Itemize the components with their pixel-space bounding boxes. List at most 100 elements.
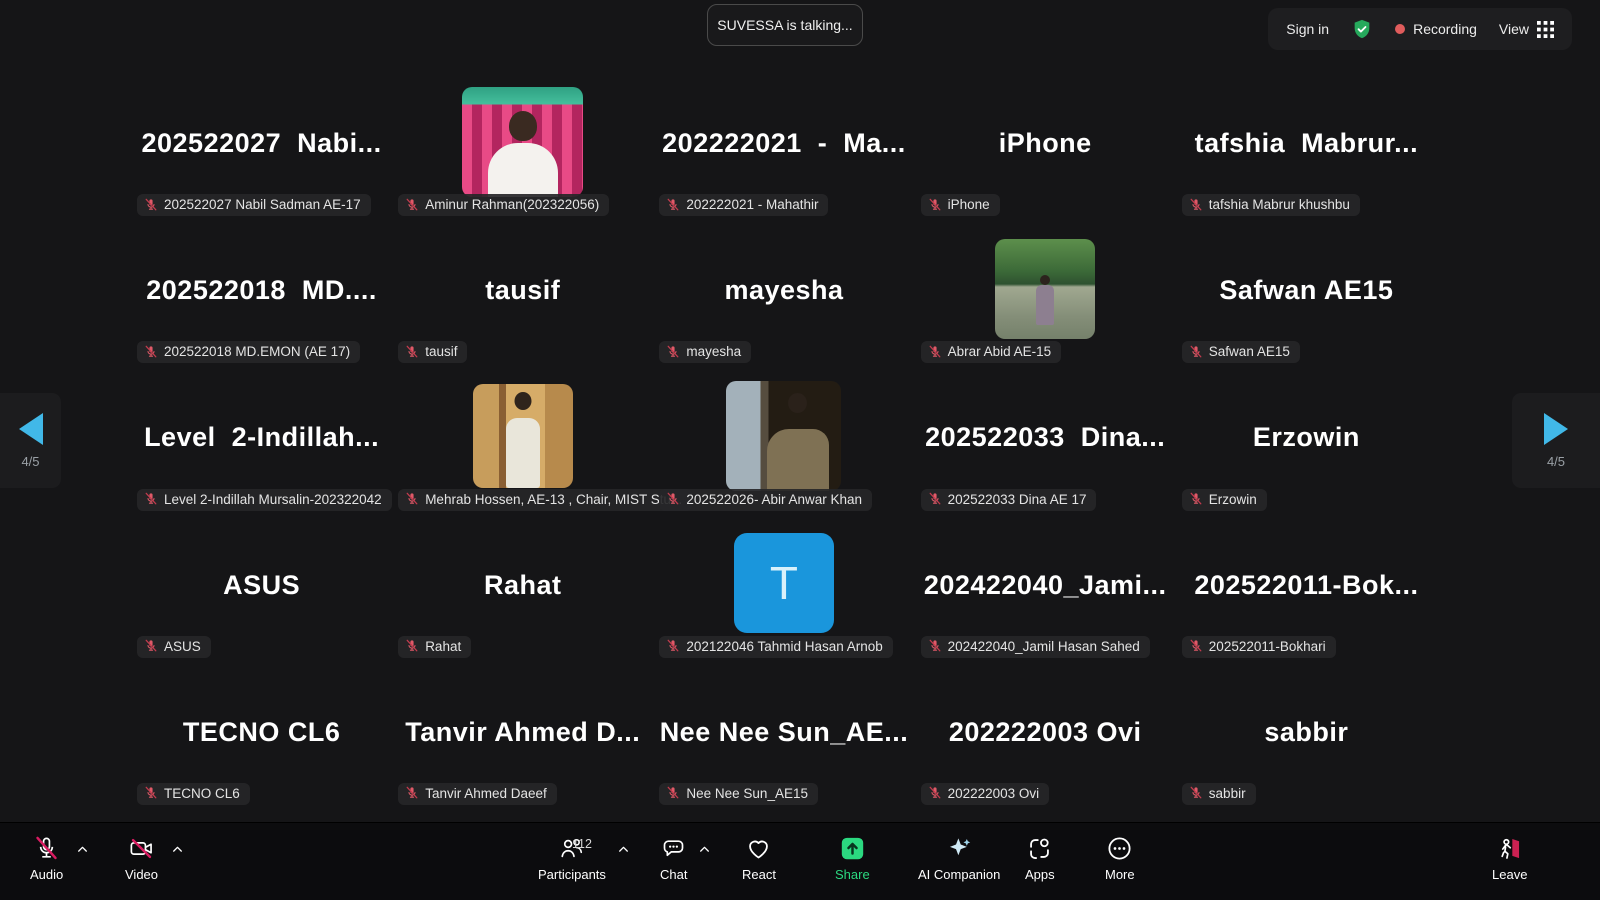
muted-mic-icon [666,198,680,212]
participant-tile[interactable]: tafshia Mabrur...tafshia Mabrur khushbu [1176,73,1437,220]
participant-display-name: tausif [485,275,560,306]
participant-tile[interactable]: Abrar Abid AE-15 [915,220,1176,367]
participant-tile[interactable]: Safwan AE15Safwan AE15 [1176,220,1437,367]
participant-photo-avatar [473,384,573,488]
participant-display-name: Rahat [484,570,562,601]
participant-name-label: 202122046 Tahmid Hasan Arnob [659,636,892,658]
participant-tile[interactable]: ErzowinErzowin [1176,367,1437,514]
more-button[interactable]: More [1105,835,1135,882]
muted-mic-icon [144,786,158,800]
participant-tile[interactable]: Aminur Rahman(202322056) [392,73,653,220]
participant-tile[interactable]: 202422040_Jami...202422040_Jamil Hasan S… [915,515,1176,662]
next-page-button[interactable]: 4/5 [1512,393,1600,488]
video-muted-icon [128,835,155,862]
muted-mic-icon [144,198,158,212]
react-label: React [742,867,776,882]
participant-name-label: 202222003 Ovi [921,783,1050,805]
participant-display-name: 202222021 - Ma... [662,128,906,159]
participant-name-label: Nee Nee Sun_AE15 [659,783,818,805]
heart-react-icon [745,835,772,862]
page-indicator: 4/5 [1547,454,1565,469]
participant-display-name: 202522018 MD.... [146,275,377,306]
participant-name-label: Erzowin [1182,489,1267,511]
participant-display-name: sabbir [1264,717,1348,748]
muted-mic-icon [405,492,419,506]
participant-photo-avatar [462,87,583,197]
sign-in-button[interactable]: Sign in [1286,21,1329,37]
participant-tile[interactable]: 202222021 - Ma...202222021 - Mahathir [653,73,914,220]
participant-tile[interactable]: Nee Nee Sun_AE...Nee Nee Sun_AE15 [653,662,914,809]
previous-page-button[interactable]: 4/5 [0,393,61,488]
recording-label: Recording [1413,21,1477,37]
participant-name-text: Nee Nee Sun_AE15 [686,786,808,801]
participant-name-label: mayesha [659,341,751,363]
participant-display-name: 202522011-Bok... [1194,570,1418,601]
participant-tile[interactable]: sabbir sabbir [1176,662,1437,809]
page-indicator: 4/5 [21,454,39,469]
muted-mic-icon [666,345,680,359]
participant-tile[interactable]: 202522011-Bok...202522011-Bokhari [1176,515,1437,662]
participant-name-text: sabbir [1209,786,1246,801]
encryption-shield-icon[interactable] [1351,18,1373,40]
participant-tile[interactable]: RahatRahat [392,515,653,662]
participant-name-text: ASUS [164,639,201,654]
participant-name-text: Tanvir Ahmed Daeef [425,786,547,801]
apps-label: Apps [1025,867,1055,882]
view-button[interactable]: View [1499,21,1554,38]
participant-name-label: Mehrab Hossen, AE-13 , Chair, MIST Stu..… [398,489,692,511]
participant-name-label: Level 2-Indillah Mursalin-202322042 [137,489,392,511]
muted-mic-icon [928,639,942,653]
muted-mic-icon [928,492,942,506]
react-button[interactable]: React [742,835,776,882]
active-speaker-banner: SUVESSA is talking... [707,4,863,46]
arrow-left-icon [19,413,43,445]
participant-tile[interactable]: Level 2-Indillah...Level 2-Indillah Murs… [131,367,392,514]
participant-name-text: Erzowin [1209,492,1257,507]
video-button[interactable]: Video [125,835,158,882]
participant-name-text: TECNO CL6 [164,786,240,801]
participant-tile[interactable]: TECNO CL6TECNO CL6 [131,662,392,809]
participant-name-text: Level 2-Indillah Mursalin-202322042 [164,492,382,507]
apps-button[interactable]: Apps [1025,835,1055,882]
participants-count-badge: 112 [572,837,592,851]
participant-tile[interactable]: 202222003 Ovi202222003 Ovi [915,662,1176,809]
participants-options-caret-icon[interactable] [617,843,630,856]
participant-gallery: 202522027 Nabi...202522027 Nabil Sadman … [131,73,1437,809]
more-label: More [1105,867,1135,882]
leave-button[interactable]: Leave [1492,835,1527,882]
participant-tile[interactable]: ASUSASUS [131,515,392,662]
participant-tile[interactable]: 202522033 Dina...202522033 Dina AE 17 [915,367,1176,514]
recording-indicator[interactable]: Recording [1395,21,1477,37]
participant-tile[interactable]: Mehrab Hossen, AE-13 , Chair, MIST Stu..… [392,367,653,514]
participants-button[interactable]: Participants 112 [538,835,606,882]
participant-tile[interactable]: T202122046 Tahmid Hasan Arnob [653,515,914,662]
participant-tile[interactable]: 202522026- Abir Anwar Khan [653,367,914,514]
audio-button[interactable]: Audio [30,835,63,882]
meeting-toolbar: Audio Video Participants 112 [0,822,1600,900]
participant-photo-avatar [995,239,1095,339]
recording-dot-icon [1395,24,1405,34]
participant-tile[interactable]: mayeshamayesha [653,220,914,367]
muted-mic-icon [144,492,158,506]
participant-display-name: 202522033 Dina... [925,422,1165,453]
participant-tile[interactable]: iPhoneiPhone [915,73,1176,220]
participant-tile[interactable]: 202522018 MD.... 202522018 MD.EMON (AE 17… [131,220,392,367]
video-options-caret-icon[interactable] [171,843,184,856]
participant-tile[interactable]: Tanvir Ahmed D...Tanvir Ahmed Daeef [392,662,653,809]
audio-options-caret-icon[interactable] [76,843,89,856]
chat-options-caret-icon[interactable] [698,843,711,856]
ai-companion-button[interactable]: AI Companion [918,835,1000,882]
muted-mic-icon [1189,786,1203,800]
muted-mic-icon [405,639,419,653]
participant-name-text: 202522018 MD.EMON (AE 17) [164,344,350,359]
participant-tile[interactable]: tausiftausif [392,220,653,367]
muted-mic-icon [928,786,942,800]
participant-tile[interactable]: 202522027 Nabi...202522027 Nabil Sadman … [131,73,392,220]
participant-name-text: 202222003 Ovi [948,786,1040,801]
share-button[interactable]: Share [835,835,870,882]
participant-name-text: 202522026- Abir Anwar Khan [686,492,862,507]
chat-button[interactable]: Chat [660,835,687,882]
muted-mic-icon [144,639,158,653]
chat-label: Chat [660,867,687,882]
chat-icon [660,835,687,862]
